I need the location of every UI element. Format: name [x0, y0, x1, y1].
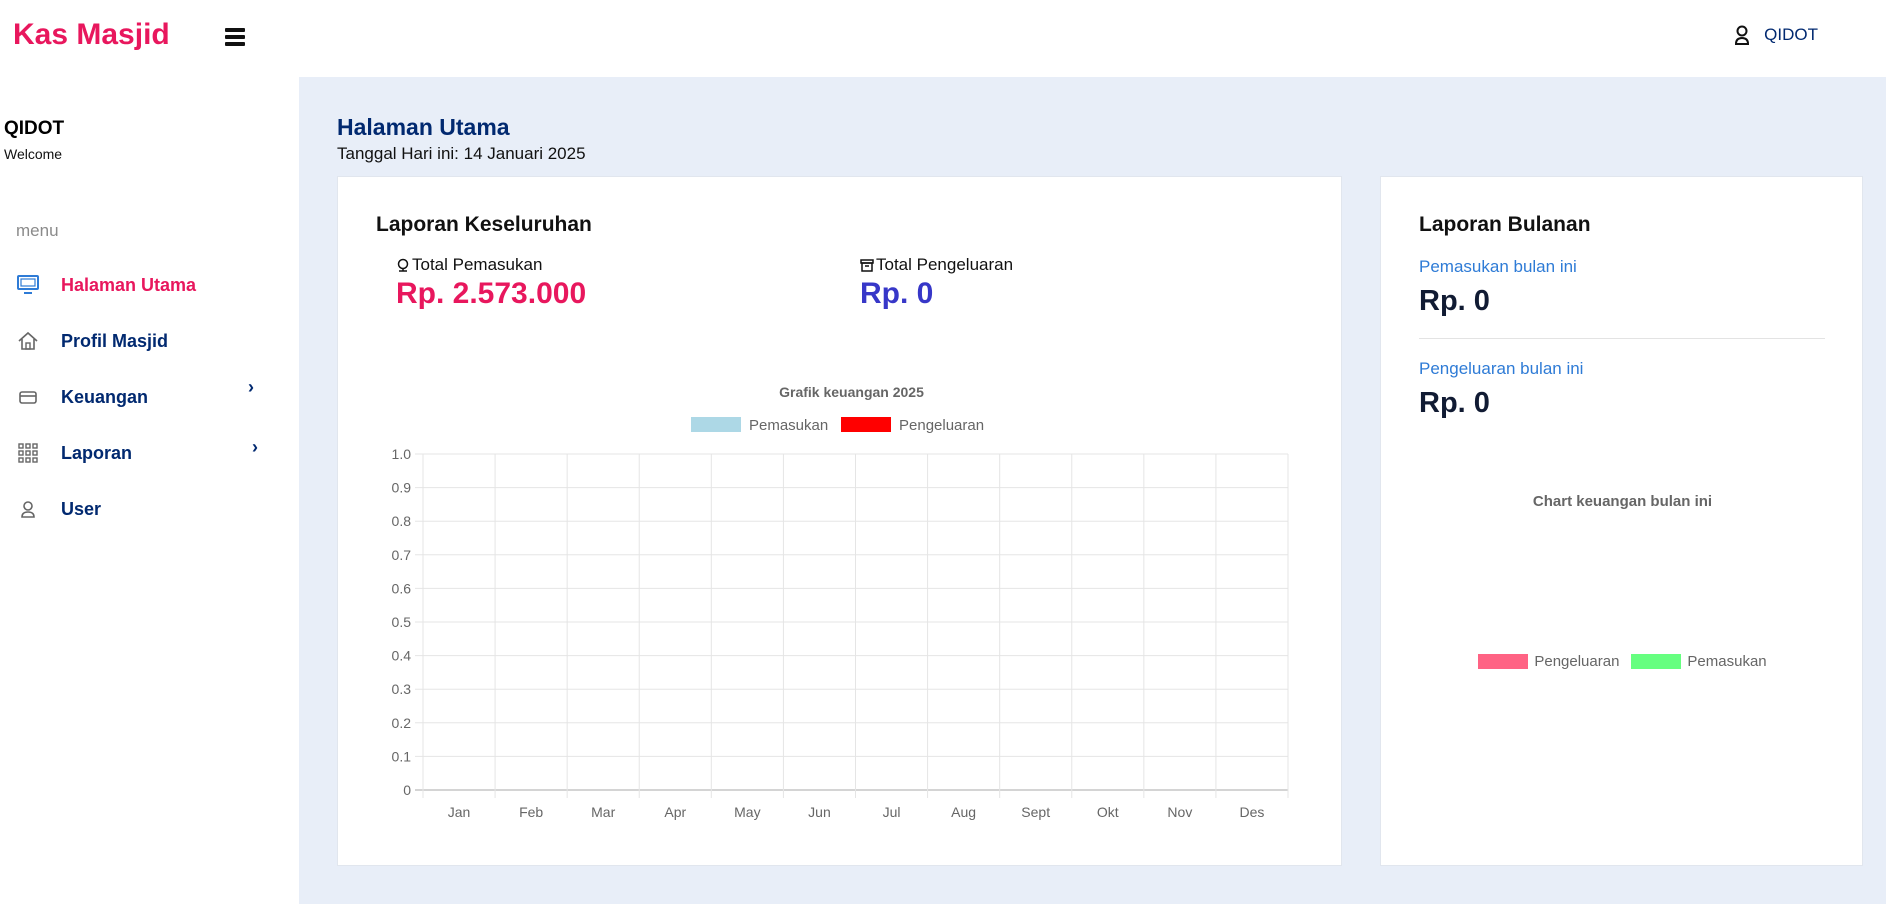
x-tick-label: Sept: [1021, 804, 1050, 820]
sidebar-item-label: Halaman Utama: [61, 274, 197, 295]
sidebar-item-profil-masjid[interactable]: Profil Masjid: [0, 313, 299, 369]
sidebar-item-laporan[interactable]: Laporan ›: [0, 425, 299, 481]
monitor-icon: [17, 274, 39, 296]
x-tick-label: Okt: [1097, 804, 1119, 820]
money-bag-icon: [397, 258, 409, 272]
x-tick-label: Nov: [1167, 804, 1192, 820]
x-tick-label: Apr: [664, 804, 686, 820]
y-tick-label: 0.3: [392, 681, 412, 697]
user-icon: [17, 498, 39, 520]
monthly-expense-label: Pengeluaran bulan ini: [1419, 359, 1584, 378]
stat-label: Total Pemasukan: [396, 255, 586, 275]
sidebar-item-keuangan[interactable]: Keuangan ›: [0, 369, 299, 425]
legend-label: Pemasukan: [1687, 653, 1767, 670]
divider: [1419, 338, 1825, 339]
sidebar-item-label: Keuangan: [61, 386, 149, 407]
sidebar-user-subtitle: Welcome: [4, 146, 63, 162]
home-icon: [17, 330, 39, 352]
sidebar-item-label: Laporan: [61, 442, 133, 463]
x-tick-label: Aug: [951, 804, 976, 820]
total-expense-value: Rp. 0: [860, 277, 934, 310]
total-income-value: Rp. 2.573.000: [396, 277, 587, 310]
sidebar-item-halaman-utama[interactable]: Halaman Utama: [0, 257, 299, 313]
card-title: Laporan Keseluruhan: [376, 213, 592, 236]
legend-swatch: [1631, 654, 1682, 669]
monthly-income-label: Pemasukan bulan ini: [1419, 257, 1577, 276]
sidebar-menu-heading: menu: [16, 221, 59, 240]
page-title: Halaman Utama: [337, 114, 510, 140]
yearly-finance-chart: Grafik keuangan 2025 Pemasukan Pengeluaran…: [358, 377, 1318, 847]
legend-label: Pemasukan: [749, 417, 828, 434]
user-icon: [1735, 25, 1750, 45]
total-income-stat: Total Pemasukan Rp. 2.573.000: [396, 255, 586, 311]
legend-label: Pengeluaran: [899, 417, 984, 434]
y-tick-label: 0.4: [392, 648, 412, 664]
monthly-report-card: Laporan Bulanan Pemasukan bulan ini Rp. …: [1380, 176, 1863, 866]
y-tick-label: 0.7: [392, 547, 412, 563]
sidebar: QIDOT Welcome menu Halaman Utama Profil …: [0, 77, 299, 904]
legend-swatch: [841, 417, 891, 432]
page-date: Tanggal Hari ini: 14 Januari 2025: [337, 144, 586, 163]
x-tick-label: Des: [1240, 804, 1265, 820]
y-tick-label: 0.6: [392, 580, 412, 596]
y-tick-label: 0.5: [392, 614, 412, 630]
profile-dropdown[interactable]: QIDOT: [1734, 24, 1818, 46]
legend-item-pengeluaran[interactable]: Pengeluaran: [1478, 653, 1619, 670]
sidebar-item-user[interactable]: User: [0, 481, 299, 537]
chevron-right-icon: ›: [252, 437, 258, 457]
legend-item-pemasukan[interactable]: Pemasukan: [1631, 653, 1767, 670]
y-tick-label: 0.9: [392, 480, 412, 496]
x-tick-label: Feb: [519, 804, 543, 820]
sidebar-user-block: QIDOT Welcome: [4, 118, 64, 162]
sidebar-nav: Halaman Utama Profil Masjid Keuangan › L…: [0, 257, 299, 537]
total-expense-stat: Total Pengeluaran Rp. 0: [860, 255, 1013, 311]
profile-name: QIDOT: [1764, 25, 1818, 44]
grid-icon: [17, 442, 39, 464]
monthly-income-value: Rp. 0: [1419, 285, 1490, 317]
brand-logo-text[interactable]: Kas Masjid: [13, 18, 170, 52]
y-tick-label: 0.2: [392, 715, 412, 731]
hamburger-icon-bar: [225, 35, 245, 39]
card-title: Laporan Bulanan: [1419, 213, 1591, 236]
chevron-right-icon: ›: [248, 377, 254, 397]
x-tick-label: May: [734, 804, 760, 820]
monthly-expense-value: Rp. 0: [1419, 387, 1490, 419]
monthly-chart-title: Chart keuangan bulan ini: [1532, 493, 1713, 510]
sidebar-toggle-button[interactable]: [225, 28, 245, 48]
sidebar-item-label: User: [61, 498, 102, 519]
legend-swatch: [1478, 654, 1529, 669]
monthly-chart-legend: Pengeluaran Pemasukan: [1381, 653, 1864, 670]
sidebar-user-name: QIDOT: [4, 118, 65, 139]
x-tick-label: Jun: [808, 804, 831, 820]
overall-report-card: Laporan Keseluruhan Total Pemasukan Rp. …: [337, 176, 1342, 866]
x-tick-label: Mar: [591, 804, 615, 820]
y-tick-label: 0: [403, 782, 411, 798]
archive-icon: [860, 259, 874, 272]
top-header: Kas Masjid QIDOT: [0, 0, 1886, 77]
x-tick-label: Jul: [883, 804, 901, 820]
sidebar-item-label: Profil Masjid: [61, 330, 169, 351]
x-tick-label: Jan: [448, 804, 471, 820]
y-tick-label: 0.8: [392, 513, 412, 529]
card-icon: [17, 386, 39, 408]
y-tick-label: 1.0: [392, 446, 412, 462]
chart-title: Grafik keuangan 2025: [779, 384, 924, 400]
yearly-finance-chart-svg: Grafik keuangan 2025 Pemasukan Pengeluaran…: [392, 384, 1289, 820]
legend-label: Pengeluaran: [1534, 653, 1620, 670]
total-expense-label: Total Pengeluaran: [876, 255, 1014, 274]
stat-label: Total Pengeluaran: [860, 255, 1013, 275]
y-tick-label: 0.1: [392, 748, 412, 764]
legend-swatch: [691, 417, 741, 432]
hamburger-icon-bar: [225, 42, 245, 46]
total-income-label: Total Pemasukan: [412, 255, 543, 274]
hamburger-icon-bar: [225, 28, 245, 32]
